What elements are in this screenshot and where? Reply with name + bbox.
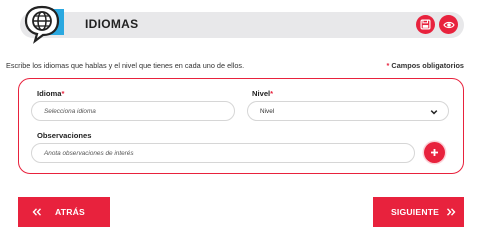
idioma-required-star: * xyxy=(61,89,65,98)
observaciones-input[interactable]: Anota observaciones de interés xyxy=(31,143,415,163)
page-title: IDIOMAS xyxy=(85,17,139,31)
save-icon xyxy=(420,19,431,30)
plus-icon xyxy=(431,149,438,156)
required-star: * xyxy=(386,61,390,70)
view-button[interactable] xyxy=(439,15,458,34)
back-button[interactable]: ATRÁS xyxy=(18,197,110,227)
save-button[interactable] xyxy=(416,15,435,34)
idioma-label: Idioma* xyxy=(37,89,64,98)
required-fields-label: Campos obligatorios xyxy=(391,61,464,70)
chevron-down-icon xyxy=(430,110,438,115)
double-chevron-right-icon xyxy=(447,208,456,216)
double-chevron-left-icon xyxy=(32,208,42,216)
nivel-label-text: Nivel xyxy=(252,89,271,98)
add-language-button[interactable] xyxy=(424,142,445,163)
idioma-select[interactable]: Selecciona idioma xyxy=(31,101,235,121)
language-form-card: Idioma* Selecciona idioma Nivel* Nivel O… xyxy=(18,78,464,174)
eye-icon xyxy=(442,21,455,28)
nivel-select[interactable]: Nivel xyxy=(247,101,449,121)
instructions-text: Escribe los idiomas que hablas y el nive… xyxy=(6,61,245,70)
nivel-required-star: * xyxy=(270,89,274,98)
next-button[interactable]: SIGUIENTE xyxy=(373,197,464,227)
next-button-label: SIGUIENTE xyxy=(391,207,440,217)
idioma-placeholder: Selecciona idioma xyxy=(44,107,96,115)
observaciones-label: Observaciones xyxy=(37,131,92,140)
nivel-selected-value: Nivel xyxy=(260,107,275,115)
nivel-label: Nivel* xyxy=(252,89,273,98)
idioma-label-text: Idioma xyxy=(37,89,62,98)
back-button-label: ATRÁS xyxy=(55,207,85,217)
required-fields-note: * Campos obligatorios xyxy=(387,61,464,70)
globe-speech-bubble-icon xyxy=(24,5,64,44)
observaciones-placeholder: Anota observaciones de interés xyxy=(44,149,134,157)
